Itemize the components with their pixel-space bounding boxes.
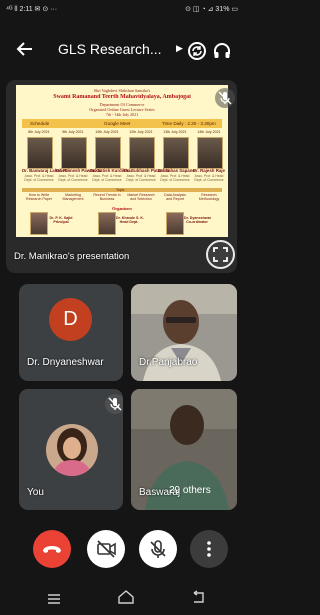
organiser-photo <box>166 212 184 235</box>
presentation-tile[interactable]: Shri Vaghdevi Shikshan Sanstha's Swami R… <box>6 80 237 273</box>
slide-header-line: Shri Vaghdevi Shikshan Sanstha's <box>93 88 151 93</box>
slide-header-line: 7th - 14th July 2021 <box>105 112 139 117</box>
speaker-name: Dr. Satish Kurdikhar <box>90 168 133 173</box>
topic-line: Research Paper <box>26 197 52 202</box>
others-count[interactable]: 29 others <box>169 485 211 496</box>
chevron-right-icon[interactable]: ▶ <box>176 43 183 54</box>
participant-tile[interactable]: D Dr. Dnyaneshwar <box>19 284 123 381</box>
camera-switch-icon[interactable] <box>186 40 208 62</box>
meeting-title[interactable]: GLS Research... <box>58 41 186 57</box>
topic-cell: How to Write Research Paper <box>22 193 56 202</box>
topic-line: Methodology <box>198 197 220 202</box>
speaker-photo <box>163 137 189 169</box>
headphones-icon[interactable] <box>212 40 232 60</box>
slide-college-name: Swami Ramanand Teerth Mahavidyalaya, Amb… <box>53 94 191 100</box>
topic-cell: Data Analysis and Report <box>158 193 192 202</box>
mic-off-icon <box>215 88 235 108</box>
slide-date: 9th July 2021 <box>62 130 84 134</box>
call-end-icon[interactable] <box>33 530 71 568</box>
mic-off-icon <box>105 394 123 414</box>
speaker-name: Dr. Baswaraj Lakshetti <box>22 168 69 173</box>
speaker-desc: Asso. Prof. & Head Dept. of Commerce <box>24 174 54 183</box>
topic-line: Management <box>62 197 84 202</box>
speaker-photo <box>61 137 87 169</box>
speaker-photo <box>95 137 121 169</box>
slide-topic-bar: Topic <box>22 188 222 192</box>
speaker-photo <box>197 137 223 169</box>
speaker-name: Dr. Sahas Sapane <box>158 168 195 173</box>
more-vertical-icon[interactable] <box>190 530 228 568</box>
organiser-role: Head Dept. <box>119 220 139 225</box>
participant-name: Dr. Dnyaneshwar <box>27 357 104 368</box>
participant-tile-self[interactable]: You <box>19 389 123 510</box>
recent-apps-icon[interactable] <box>46 592 62 604</box>
organiser-role: Principal <box>53 220 69 225</box>
organiser-photo <box>30 212 48 235</box>
avatar <box>46 424 98 476</box>
organiser-name: Dr. P. K. Sajid Principal <box>48 216 74 225</box>
topic-cell: Marketing Management <box>56 193 90 202</box>
back-icon[interactable] <box>190 590 206 604</box>
topic-cell: Market Research and Selection <box>124 193 158 202</box>
participant-tile[interactable]: Dr.Panjabrao <box>131 284 237 381</box>
status-left: ⁴ᴳ ll 2:11 ✉ ⊙ ··· <box>6 6 58 13</box>
speaker-name: Dr. Rajesh Raje <box>193 168 225 173</box>
top-bar: GLS Research... ▶ <box>0 30 244 70</box>
speaker-desc: Asso. Prof. & Head Dept. of Commerce <box>58 174 88 183</box>
status-bar: ⁴ᴳ ll 2:11 ✉ ⊙ ··· ⊙ ◫ ◔ ⊿ 31% ▭ <box>0 0 244 18</box>
organiser-photo <box>98 212 116 235</box>
participant-tile[interactable]: Baswaraj 29 others <box>131 389 237 510</box>
topic-cell: Research Methodology <box>192 193 226 202</box>
organiser-role: Co-ordinator <box>186 220 208 225</box>
speaker-name: Dr. Ramesh Pawankar <box>56 168 102 173</box>
speaker-desc: Asso. Prof. & Head Dept. of Commerce <box>194 174 224 183</box>
presenter-label: Dr. Manikrao's presentation <box>14 251 130 262</box>
slide-date: 14th July 2021 <box>197 130 221 134</box>
topic-line: Business <box>99 197 115 202</box>
status-right: ⊙ ◫ ◔ ⊿ 31% ▭ <box>185 6 238 13</box>
topic-cell: Recent Trends in Business <box>90 193 124 202</box>
speaker-photo <box>129 137 155 169</box>
topic-line: and Report <box>166 197 184 202</box>
speaker-photo <box>27 137 53 169</box>
speaker-desc: Asso. Prof. & Head Dept. of Commerce <box>160 174 190 183</box>
slide-banner: Schedule Google Meet Time Daily : 2.30 -… <box>22 119 222 128</box>
organisers-label: Organisers <box>112 206 132 211</box>
banner-time: Time Daily : 2.30 - 3.30pm <box>162 121 216 126</box>
slide-date: 8th July 2021 <box>28 130 50 134</box>
avatar: D <box>49 298 92 341</box>
arrow-left-icon[interactable] <box>14 38 36 60</box>
mic-off-icon[interactable] <box>139 530 177 568</box>
fullscreen-icon[interactable] <box>206 240 235 269</box>
videocam-off-icon[interactable] <box>87 530 125 568</box>
speaker-desc: Asso. Prof. & Head Dept. of Commerce <box>92 174 122 183</box>
slide-date: 12th July 2021 <box>129 130 153 134</box>
slide-date: 10th July 2021 <box>95 130 119 134</box>
speaker-name: Dr. Subhash Patankar <box>124 168 170 173</box>
participant-name: Dr.Panjabrao <box>139 357 198 368</box>
home-icon[interactable] <box>117 589 135 605</box>
slide-date: 13th July 2021 <box>163 130 187 134</box>
topic-label: Topic <box>116 188 125 192</box>
organiser-name: Dr. Dyaneshwar Co-ordinator <box>184 216 211 225</box>
banner-schedule: Schedule <box>30 121 50 126</box>
organiser-name: Dr. Khande S. K. Head Dept. <box>116 216 144 225</box>
participant-name: You <box>27 487 44 498</box>
speaker-desc: Asso. Prof. & Head Dept. of Commerce <box>126 174 156 183</box>
banner-platform: Google Meet <box>104 121 131 126</box>
topic-line: and Selection <box>130 197 152 202</box>
presentation-slide: Shri Vaghdevi Shikshan Sanstha's Swami R… <box>16 85 228 237</box>
